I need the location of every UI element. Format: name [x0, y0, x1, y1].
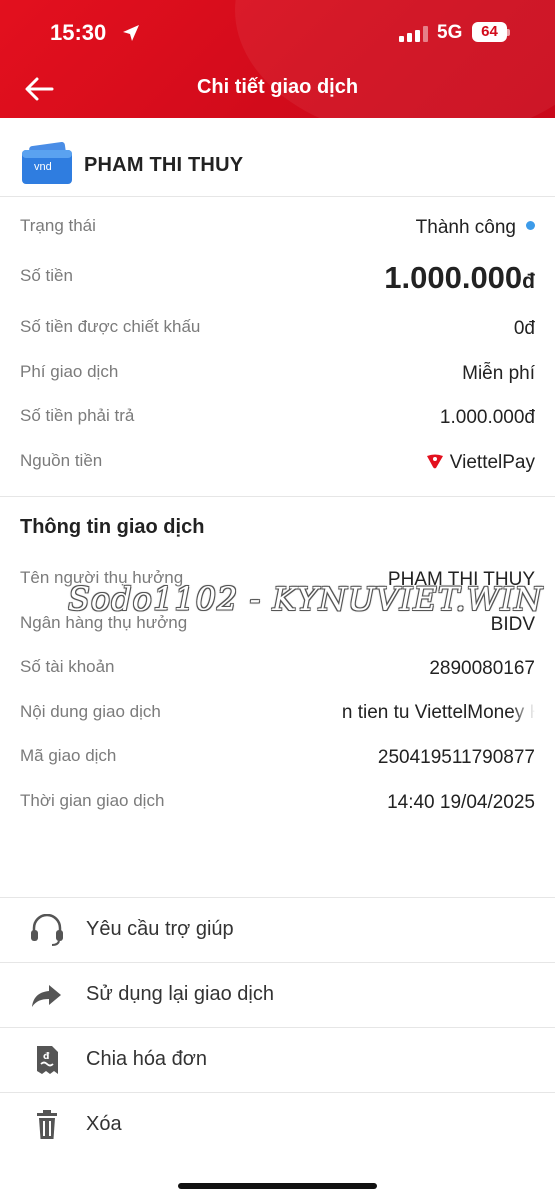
home-indicator[interactable]: [178, 1183, 377, 1189]
network-type: 5G: [437, 22, 463, 43]
fee-value: Miễn phí: [462, 363, 535, 384]
amount-value: 1.000.000đ: [384, 260, 535, 295]
share-arrow-icon: [32, 985, 61, 1007]
source-label: Nguồn tiền: [20, 451, 103, 470]
split-bill-label: Chia hóa đơn: [86, 1048, 207, 1070]
status-time: 15:30: [50, 20, 107, 45]
discount-value: 0đ: [513, 318, 535, 339]
account-number-value: 2890080167: [429, 658, 535, 679]
page-title: Chi tiết giao dịch: [196, 76, 359, 98]
headset-icon: [31, 914, 63, 946]
wallet-icon: vnd: [22, 142, 72, 184]
section-divider: [0, 496, 555, 497]
receipt-icon: đ: [37, 1046, 58, 1074]
section-title: Thông tin giao dịch: [20, 516, 205, 538]
account-card: vnd PHAM THI THUY: [0, 118, 555, 197]
transaction-time-value: 14:40 19/04/2025: [387, 792, 535, 813]
content-value: n tien tu ViettelMoney HC: [341, 702, 535, 723]
account-name: PHAM THI THUY: [84, 154, 244, 176]
delete-label: Xóa: [86, 1113, 122, 1135]
split-bill-button[interactable]: đ Chia hóa đơn: [0, 1027, 555, 1091]
bank-label: Ngân hàng thụ hưởng: [20, 613, 188, 632]
transaction-id-label: Mã giao dịch: [20, 746, 117, 765]
status-label: Trạng thái: [20, 216, 96, 235]
beneficiary-value: PHAM THI THUY: [387, 569, 535, 590]
beneficiary-label: Tên người thụ hưởng: [20, 568, 184, 587]
content-value-marquee: n tien tu ViettelMoney HC: [275, 702, 535, 728]
battery-level: 64: [481, 23, 498, 40]
battery-icon: 64: [472, 22, 510, 42]
signal-icon: [399, 26, 429, 42]
amount-label: Số tiền: [20, 266, 73, 285]
help-request-label: Yêu cầu trợ giúp: [86, 918, 234, 940]
trash-icon: [37, 1110, 57, 1139]
payable-value: 1.000.000đ: [439, 407, 535, 428]
svg-text:đ: đ: [43, 1052, 50, 1062]
help-request-button[interactable]: Yêu cầu trợ giúp: [0, 897, 555, 961]
bank-value: BIDV: [490, 614, 535, 635]
transaction-time-label: Thời gian giao dịch: [20, 791, 165, 810]
reuse-transaction-label: Sử dụng lại giao dịch: [86, 983, 274, 1005]
svg-text:vnd: vnd: [34, 161, 52, 173]
location-arrow-icon: [123, 25, 139, 41]
status-bar: 15:30 5G 64: [0, 0, 555, 66]
status-dot-icon: [526, 221, 535, 230]
reuse-transaction-button[interactable]: Sử dụng lại giao dịch: [0, 962, 555, 1026]
discount-label: Số tiền được chiết khấu: [20, 317, 201, 336]
viettelpay-logo-icon: [426, 454, 443, 469]
app-header: 15:30 5G 64 Chi tiết giao dịch: [0, 0, 555, 118]
content-label: Nội dung giao dịch: [20, 702, 161, 721]
delete-button[interactable]: Xóa: [0, 1092, 555, 1156]
transaction-id-value: 250419511790877: [377, 747, 535, 768]
fee-label: Phí giao dịch: [20, 362, 119, 381]
payable-label: Số tiền phải trả: [20, 406, 135, 425]
status-value: Thành công: [416, 217, 535, 239]
source-value: ViettelPay: [426, 452, 535, 474]
account-number-label: Số tài khoản: [20, 657, 115, 676]
